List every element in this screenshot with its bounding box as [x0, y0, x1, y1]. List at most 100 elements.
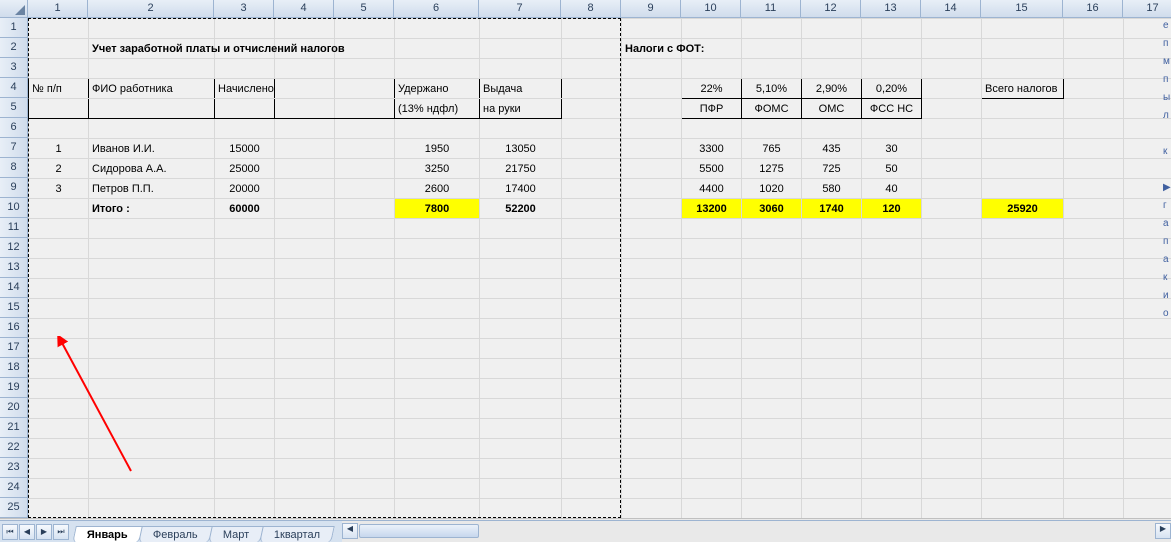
- cell-r7-c5[interactable]: [335, 139, 395, 159]
- cell-r25-c2[interactable]: [89, 499, 215, 519]
- cell-r23-c3[interactable]: [215, 459, 275, 479]
- cell-r4-c8[interactable]: [562, 79, 622, 99]
- cell-r19-c14[interactable]: [922, 379, 982, 399]
- cell-r15-c5[interactable]: [335, 299, 395, 319]
- column-header-17[interactable]: 17: [1123, 0, 1171, 17]
- column-header-8[interactable]: 8: [561, 0, 621, 17]
- cell-r7-c8[interactable]: [562, 139, 622, 159]
- cell-r9-c8[interactable]: [562, 179, 622, 199]
- cell-r22-c15[interactable]: [982, 439, 1064, 459]
- cell-r14-c7[interactable]: [480, 279, 562, 299]
- row-header-13[interactable]: 13: [0, 258, 27, 278]
- cell-r17-c14[interactable]: [922, 339, 982, 359]
- cell-r16-c8[interactable]: [562, 319, 622, 339]
- cell-r1-c15[interactable]: [982, 19, 1064, 39]
- cell-r20-c3[interactable]: [215, 399, 275, 419]
- cell-r15-c1[interactable]: [29, 299, 89, 319]
- cell-r25-c9[interactable]: [622, 499, 682, 519]
- cell-r10-c1[interactable]: [29, 199, 89, 219]
- tab-first-button[interactable]: ⏮: [2, 524, 18, 540]
- horizontal-scrollbar[interactable]: ◀ ▶: [342, 521, 1171, 542]
- cell-r11-c5[interactable]: [335, 219, 395, 239]
- cell-r16-c7[interactable]: [480, 319, 562, 339]
- cell-r12-c1[interactable]: [29, 239, 89, 259]
- cell-r11-c6[interactable]: [395, 219, 480, 239]
- cell-r23-c16[interactable]: [1064, 459, 1124, 479]
- cell-r9-c16[interactable]: [1064, 179, 1124, 199]
- row-header-17[interactable]: 17: [0, 338, 27, 358]
- cell-r11-c2[interactable]: [89, 219, 215, 239]
- column-header-11[interactable]: 11: [741, 0, 801, 17]
- cell-r24-c1[interactable]: [29, 479, 89, 499]
- horizontal-scroll-thumb[interactable]: [359, 524, 479, 538]
- cell-r2-c1[interactable]: [29, 39, 89, 59]
- column-header-13[interactable]: 13: [861, 0, 921, 17]
- cell-r7-c15[interactable]: [982, 139, 1064, 159]
- cell-r25-c5[interactable]: [335, 499, 395, 519]
- cell-r3-c15[interactable]: [982, 59, 1064, 79]
- cell-r1-c6[interactable]: [395, 19, 480, 39]
- row-header-20[interactable]: 20: [0, 398, 27, 418]
- cell-r21-c6[interactable]: [395, 419, 480, 439]
- tab-next-button[interactable]: ▶: [36, 524, 52, 540]
- cell-r3-c1[interactable]: [29, 59, 89, 79]
- cell-r24-c7[interactable]: [480, 479, 562, 499]
- cell-r25-c7[interactable]: [480, 499, 562, 519]
- tab-prev-button[interactable]: ◀: [19, 524, 35, 540]
- cell-r14-c3[interactable]: [215, 279, 275, 299]
- cell-r6-c7[interactable]: [480, 119, 562, 139]
- cell-r8-c15[interactable]: [982, 159, 1064, 179]
- cell-r19-c11[interactable]: [742, 379, 802, 399]
- cell-r9-c11[interactable]: 1020: [742, 179, 802, 199]
- cell-r12-c10[interactable]: [682, 239, 742, 259]
- cell-r15-c7[interactable]: [480, 299, 562, 319]
- cell-r22-c8[interactable]: [562, 439, 622, 459]
- cell-r11-c17[interactable]: [1124, 219, 1171, 239]
- cell-r13-c3[interactable]: [215, 259, 275, 279]
- cell-r4-c2[interactable]: ФИО работника: [89, 79, 215, 99]
- cell-r25-c3[interactable]: [215, 499, 275, 519]
- cell-r11-c16[interactable]: [1064, 219, 1124, 239]
- cell-r20-c1[interactable]: [29, 399, 89, 419]
- cell-r18-c1[interactable]: [29, 359, 89, 379]
- cell-r25-c1[interactable]: [29, 499, 89, 519]
- cell-r1-c16[interactable]: [1064, 19, 1124, 39]
- cell-r4-c17[interactable]: [1124, 79, 1171, 99]
- cell-r1-c9[interactable]: [622, 19, 682, 39]
- cell-r5-c9[interactable]: [622, 99, 682, 119]
- cell-r18-c8[interactable]: [562, 359, 622, 379]
- cell-r24-c15[interactable]: [982, 479, 1064, 499]
- cell-r1-c5[interactable]: [335, 19, 395, 39]
- cell-r13-c6[interactable]: [395, 259, 480, 279]
- cell-r20-c7[interactable]: [480, 399, 562, 419]
- cell-r6-c17[interactable]: [1124, 119, 1171, 139]
- cell-r14-c9[interactable]: [622, 279, 682, 299]
- cell-r22-c9[interactable]: [622, 439, 682, 459]
- cell-r17-c4[interactable]: [275, 339, 335, 359]
- cell-r8-c8[interactable]: [562, 159, 622, 179]
- cell-r23-c12[interactable]: [802, 459, 862, 479]
- cell-r6-c11[interactable]: [742, 119, 802, 139]
- row-header-14[interactable]: 14: [0, 278, 27, 298]
- cell-r10-c14[interactable]: [922, 199, 982, 219]
- cell-r17-c3[interactable]: [215, 339, 275, 359]
- cell-r17-c17[interactable]: [1124, 339, 1171, 359]
- sheet-tab-Февраль[interactable]: Февраль: [138, 526, 212, 542]
- cell-r4-c3[interactable]: Начислено: [215, 79, 275, 99]
- cell-r17-c8[interactable]: [562, 339, 622, 359]
- cell-r23-c4[interactable]: [275, 459, 335, 479]
- cell-r12-c17[interactable]: [1124, 239, 1171, 259]
- cell-r11-c4[interactable]: [275, 219, 335, 239]
- cell-r11-c10[interactable]: [682, 219, 742, 239]
- cell-r8-c3[interactable]: 25000: [215, 159, 275, 179]
- cell-r14-c8[interactable]: [562, 279, 622, 299]
- cell-r8-c17[interactable]: [1124, 159, 1171, 179]
- cell-r14-c13[interactable]: [862, 279, 922, 299]
- cell-r3-c4[interactable]: [275, 59, 335, 79]
- cell-r3-c3[interactable]: [215, 59, 275, 79]
- cell-r19-c5[interactable]: [335, 379, 395, 399]
- cell-r4-c13[interactable]: 0,20%: [862, 79, 922, 99]
- cell-r22-c11[interactable]: [742, 439, 802, 459]
- cell-r1-c17[interactable]: [1124, 19, 1171, 39]
- cell-r23-c11[interactable]: [742, 459, 802, 479]
